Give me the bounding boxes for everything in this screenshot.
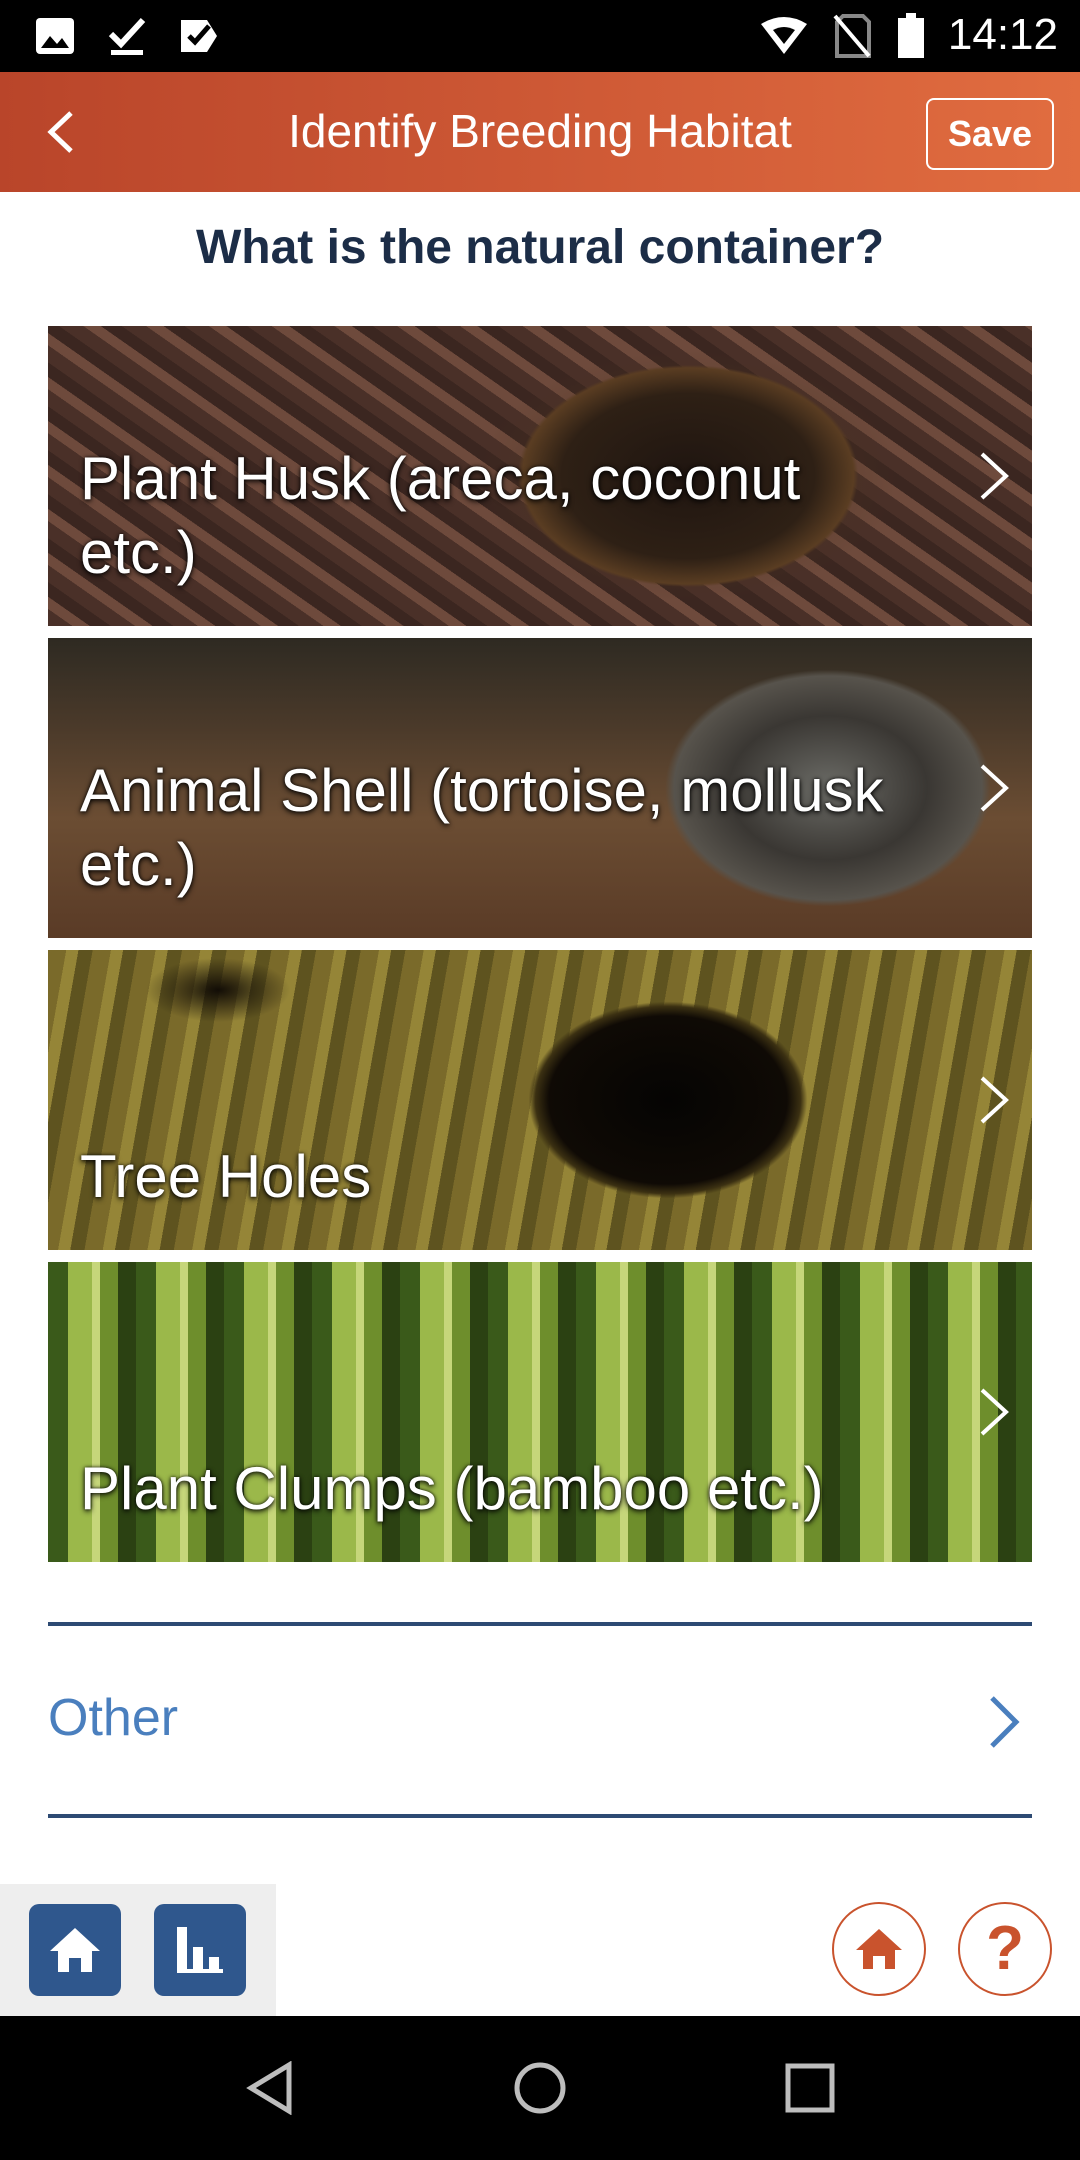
chevron-right-icon bbox=[980, 764, 1009, 812]
option-tree-holes[interactable]: Tree Holes bbox=[48, 950, 1032, 1250]
question-heading: What is the natural container? bbox=[195, 221, 885, 274]
divider bbox=[48, 1814, 1032, 1818]
app-bar: Identify Breeding Habitat Save bbox=[0, 72, 1080, 192]
option-label: Plant Husk (areca, coconut etc.) bbox=[80, 445, 801, 586]
option-animal-shell[interactable]: Animal Shell (tortoise, mollusk etc.) bbox=[48, 638, 1032, 938]
status-time: 14:12 bbox=[947, 10, 1058, 59]
home-icon bbox=[856, 1929, 902, 1969]
option-label: Tree Holes bbox=[80, 1143, 372, 1210]
option-label: Plant Clumps (bamboo etc.) bbox=[80, 1455, 824, 1522]
chevron-right-icon bbox=[980, 1388, 1009, 1436]
back-icon bbox=[246, 2061, 292, 2115]
status-bar: 14:12 bbox=[0, 0, 1080, 72]
wifi-icon bbox=[758, 14, 810, 58]
download-done-icon bbox=[106, 14, 148, 58]
nav-back-button[interactable] bbox=[238, 2056, 302, 2120]
recents-icon bbox=[785, 2063, 835, 2113]
option-plant-husk[interactable]: Plant Husk (areca, coconut etc.) bbox=[48, 326, 1032, 626]
nav-recents-button[interactable] bbox=[778, 2056, 842, 2120]
option-label: Animal Shell (tortoise, mollusk etc.) bbox=[80, 757, 884, 898]
save-button[interactable]: Save bbox=[926, 98, 1054, 170]
home-icon bbox=[50, 1928, 100, 1972]
chevron-right-icon bbox=[980, 1076, 1009, 1124]
chevron-right-icon bbox=[980, 452, 1009, 500]
chevron-right-icon bbox=[990, 1696, 1020, 1748]
nav-home-button[interactable] bbox=[508, 2056, 572, 2120]
check-badge-icon bbox=[176, 14, 220, 58]
home-circle-button[interactable] bbox=[832, 1902, 926, 1996]
divider bbox=[48, 1622, 1032, 1626]
other-label: Other bbox=[48, 1689, 179, 1747]
no-sim-icon bbox=[832, 14, 872, 58]
image-icon bbox=[34, 14, 76, 58]
stats-button[interactable] bbox=[154, 1904, 246, 1996]
other-option[interactable]: Other bbox=[48, 1630, 1032, 1810]
home-icon bbox=[514, 2062, 566, 2114]
home-button[interactable] bbox=[29, 1904, 121, 1996]
bar-chart-icon bbox=[177, 1927, 223, 1973]
page-title: Identify Breeding Habitat bbox=[288, 105, 792, 157]
help-icon: ? bbox=[986, 1914, 1024, 1983]
system-nav-bar bbox=[0, 2016, 1080, 2160]
help-button[interactable]: ? bbox=[958, 1902, 1052, 1996]
option-plant-clumps[interactable]: Plant Clumps (bamboo etc.) bbox=[48, 1262, 1032, 1562]
battery-icon bbox=[896, 13, 926, 58]
